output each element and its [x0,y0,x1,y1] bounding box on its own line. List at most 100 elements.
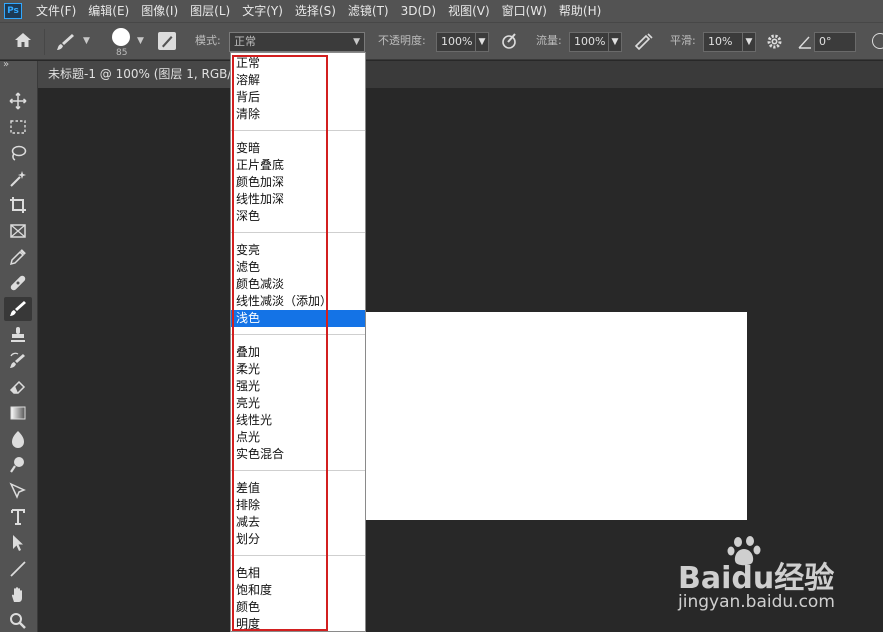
airbrush-icon[interactable] [634,32,654,54]
mode-label: 模式: [195,34,221,47]
history-brush-tool-icon[interactable] [4,349,32,373]
blend-mode-option[interactable]: 深色 [231,208,365,225]
marquee-tool-icon[interactable] [4,115,32,139]
menu-view[interactable]: 视图(V) [442,0,496,22]
blend-mode-option[interactable]: 划分 [231,531,365,548]
frame-tool-icon[interactable] [4,219,32,243]
blend-mode-option[interactable]: 颜色减淡 [231,276,365,293]
menu-window[interactable]: 窗口(W) [496,0,553,22]
blend-mode-option[interactable]: 减去 [231,514,365,531]
hand-tool-icon[interactable] [4,583,32,607]
blend-mode-option[interactable]: 强光 [231,378,365,395]
blend-mode-option[interactable]: 线性光 [231,412,365,429]
blend-mode-option[interactable]: 溶解 [231,72,365,89]
blend-mode-option-selected[interactable]: 浅色 [231,310,365,327]
blend-mode-option[interactable]: 色相 [231,565,365,582]
crop-tool-icon[interactable] [4,193,32,217]
blend-mode-option[interactable]: 正常 [231,55,365,72]
flow-input[interactable]: 100% [569,32,609,52]
chevron-down-icon: ▼ [353,37,360,47]
menu-filter[interactable]: 滤镜(T) [342,0,395,22]
mode-value: 正常 [234,35,256,48]
blend-mode-option[interactable]: 背后 [231,89,365,106]
zoom-tool-icon[interactable] [4,609,32,632]
brush-settings-panel-icon[interactable] [158,32,176,50]
watermark-url: jingyan.baidu.com [678,592,835,612]
brush-preview-icon[interactable] [112,28,130,46]
magic-wand-tool-icon[interactable] [4,167,32,191]
menu-divider [231,555,365,556]
opacity-input[interactable]: 100% [436,32,476,52]
line-tool-icon[interactable] [4,557,32,581]
menu-select[interactable]: 选择(S) [289,0,342,22]
brush-tool-icon[interactable] [4,297,32,321]
flow-dropdown-button[interactable]: ▼ [608,32,622,52]
dodge-tool-icon[interactable] [4,453,32,477]
blur-tool-icon[interactable] [4,427,32,451]
pressure-opacity-icon[interactable] [500,32,518,54]
smoothing-input[interactable]: 10% [703,32,743,52]
menu-file[interactable]: 文件(F) [30,0,82,22]
eraser-tool-icon[interactable] [4,375,32,399]
blend-mode-option[interactable]: 实色混合 [231,446,365,463]
menu-edit[interactable]: 编辑(E) [82,0,135,22]
blend-mode-option[interactable]: 滤色 [231,259,365,276]
blend-mode-option[interactable]: 明度 [231,616,365,631]
document-canvas[interactable] [365,312,747,520]
blend-mode-option[interactable]: 颜色 [231,599,365,616]
collapse-panel-icon[interactable]: » [3,59,9,70]
blend-mode-option[interactable]: 变暗 [231,140,365,157]
smoothing-dropdown-button[interactable]: ▼ [742,32,756,52]
options-bar: ▼ 85 ▼ 模式: 正常 ▼ 不透明度: 100% ▼ 流量: 100% ▼ … [0,22,883,60]
menu-image[interactable]: 图像(I) [135,0,184,22]
pen-tool-icon[interactable] [4,479,32,503]
menu-divider [231,334,365,335]
blend-mode-option[interactable]: 亮光 [231,395,365,412]
menu-bar: Ps 文件(F) 编辑(E) 图像(I) 图层(L) 文字(Y) 选择(S) 滤… [0,0,883,22]
opacity-dropdown-button[interactable]: ▼ [475,32,489,52]
blend-mode-option[interactable]: 柔光 [231,361,365,378]
type-tool-icon[interactable] [4,505,32,529]
mode-select[interactable]: 正常 ▼ [229,32,365,52]
photoshop-window: Ps 文件(F) 编辑(E) 图像(I) 图层(L) 文字(Y) 选择(S) 滤… [0,0,883,632]
eyedropper-tool-icon[interactable] [4,245,32,269]
blend-mode-option[interactable]: 变亮 [231,242,365,259]
angle-input[interactable]: 0° [814,32,856,52]
blend-mode-option[interactable]: 叠加 [231,344,365,361]
healing-brush-tool-icon[interactable] [4,271,32,295]
brush-tool-icon[interactable] [56,33,76,55]
document-tab[interactable]: 未标题-1 @ 100% (图层 1, RGB/8# [38,61,260,88]
pressure-size-icon[interactable] [872,33,883,49]
blend-mode-option[interactable]: 线性减淡（添加） [231,293,365,310]
flow-label: 流量: [536,34,562,47]
angle-icon [798,34,812,53]
menu-type[interactable]: 文字(Y) [236,0,289,22]
chevron-down-icon[interactable]: ▼ [137,36,144,46]
menu-divider [231,130,365,131]
menu-layer[interactable]: 图层(L) [184,0,236,22]
blend-mode-option[interactable]: 颜色加深 [231,174,365,191]
watermark-brand: Baidu经验 [678,561,835,596]
move-tool-icon[interactable] [4,89,32,113]
clone-stamp-tool-icon[interactable] [4,323,32,347]
blend-mode-option[interactable]: 线性加深 [231,191,365,208]
blend-mode-option[interactable]: 排除 [231,497,365,514]
menu-help[interactable]: 帮助(H) [553,0,607,22]
app-logo: Ps [4,3,22,19]
blend-mode-option[interactable]: 正片叠底 [231,157,365,174]
lasso-tool-icon[interactable] [4,141,32,165]
chevron-down-icon[interactable]: ▼ [83,36,90,46]
menu-divider [231,232,365,233]
tools-panel: » [0,59,38,632]
blend-mode-option[interactable]: 差值 [231,480,365,497]
gear-icon[interactable] [766,33,783,54]
blend-mode-option[interactable]: 饱和度 [231,582,365,599]
path-selection-tool-icon[interactable] [4,531,32,555]
home-icon[interactable] [14,32,32,52]
document-tab-bar: 未标题-1 @ 100% (图层 1, RGB/8# [38,61,883,88]
brush-size: 85 [116,48,128,58]
menu-3d[interactable]: 3D(D) [395,0,442,22]
blend-mode-option[interactable]: 点光 [231,429,365,446]
blend-mode-option[interactable]: 清除 [231,106,365,123]
gradient-tool-icon[interactable] [4,401,32,425]
